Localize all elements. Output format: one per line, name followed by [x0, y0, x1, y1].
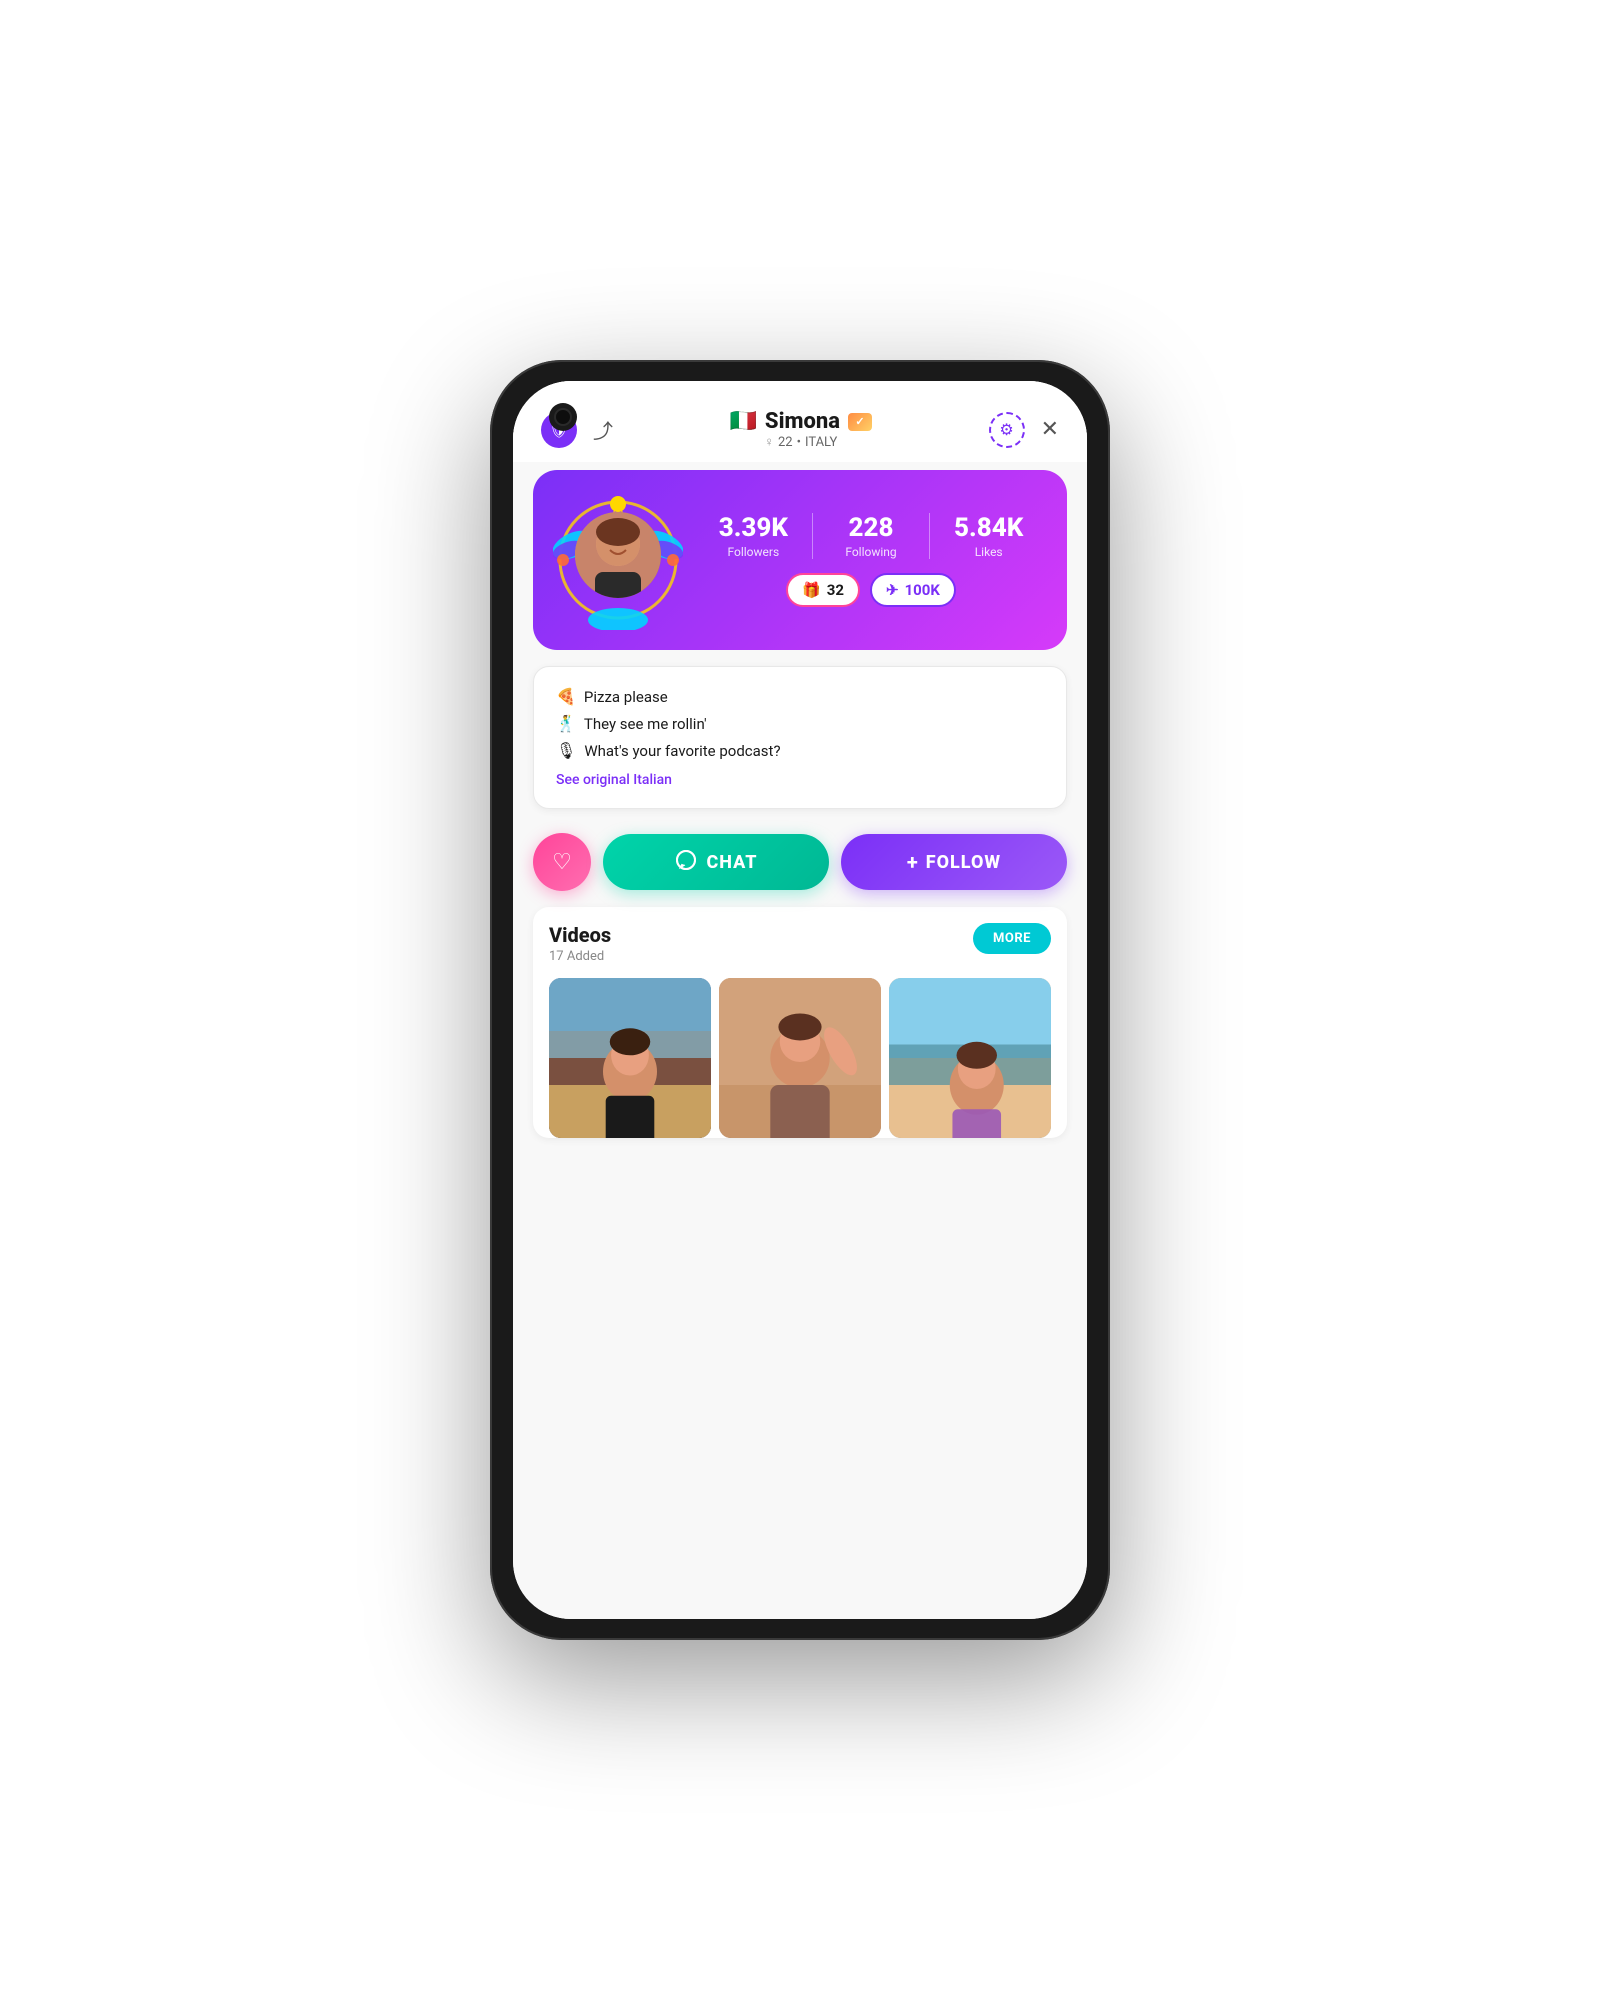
bio-line-1: 🍕 Pizza please [556, 687, 1044, 706]
avatar-container [553, 490, 683, 630]
close-icon: ✕ [1041, 417, 1059, 442]
follow-plus-icon: + [907, 850, 918, 874]
bio-emoji-2: 🕺 [556, 714, 576, 733]
chat-button[interactable]: CHAT [603, 834, 829, 890]
avatar-photo [575, 512, 661, 598]
settings-icon: ⚙ [999, 420, 1013, 439]
settings-button[interactable]: ⚙ [989, 412, 1025, 448]
video-thumbnail-2[interactable] [719, 978, 881, 1138]
coins-count: 100K [905, 581, 940, 599]
gifts-count: 32 [827, 581, 844, 599]
follow-button-label: FOLLOW [926, 852, 1001, 873]
bio-text-1: Pizza please [584, 688, 668, 706]
gifts-badge-button[interactable]: 🎁 32 [786, 573, 860, 607]
gifts-icon: 🎁 [802, 581, 821, 599]
translate-link[interactable]: See original Italian [556, 772, 1044, 788]
bio-emoji-3: 🎙 [556, 741, 576, 760]
following-value: 228 [821, 513, 922, 543]
following-label: Following [821, 545, 922, 559]
videos-section: Videos 17 Added MORE [533, 907, 1067, 1138]
phone-device: 🛡 ⤴ 🇮🇹 Simona ✓ ♀ 22 • [490, 360, 1110, 1640]
front-camera [549, 403, 577, 431]
followers-value: 3.39K [703, 513, 804, 543]
verified-badge: ✓ [848, 413, 872, 431]
bio-line-2: 🕺 They see me rollin' [556, 714, 1044, 733]
bio-line-3: 🎙 What's your favorite podcast? [556, 741, 1044, 760]
stats-right: 3.39K Followers 228 Following 5.84K Like… [695, 513, 1047, 607]
phone-screen: 🛡 ⤴ 🇮🇹 Simona ✓ ♀ 22 • [513, 381, 1087, 1619]
videos-header: Videos 17 Added MORE [549, 923, 1051, 964]
video-thumbnails [549, 978, 1051, 1138]
more-videos-button[interactable]: MORE [973, 923, 1051, 954]
gender-icon: ♀ [764, 434, 774, 450]
share-icon: ⤴ [593, 419, 613, 443]
bio-card: 🍕 Pizza please 🕺 They see me rollin' 🎙 W… [533, 666, 1067, 809]
likes-label: Likes [938, 545, 1039, 559]
header-center: 🇮🇹 Simona ✓ ♀ 22 • ITALY [613, 409, 989, 450]
follow-button[interactable]: + FOLLOW [841, 834, 1067, 890]
video-thumbnail-1[interactable] [549, 978, 711, 1138]
bio-text-3: What's your favorite podcast? [584, 742, 780, 760]
country-text: ITALY [805, 435, 837, 450]
stats-badges: 🎁 32 ✈ 100K [695, 573, 1047, 607]
videos-title: Videos [549, 923, 611, 947]
videos-count: 17 Added [549, 949, 611, 964]
coins-badge-button[interactable]: ✈ 100K [870, 573, 956, 607]
chat-button-label: CHAT [707, 852, 758, 873]
like-button[interactable]: ♡ [533, 833, 591, 891]
followers-stat: 3.39K Followers [695, 513, 813, 559]
share-button[interactable]: ⤴ [593, 415, 613, 444]
age-text: 22 [778, 435, 793, 450]
heart-icon: ♡ [552, 850, 572, 875]
close-button[interactable]: ✕ [1041, 417, 1059, 442]
coins-icon: ✈ [886, 581, 899, 599]
username-row: 🇮🇹 Simona ✓ [613, 409, 989, 434]
following-stat: 228 Following [813, 513, 931, 559]
followers-label: Followers [703, 545, 804, 559]
chat-bubble-icon [675, 849, 697, 876]
bio-emoji-1: 🍕 [556, 687, 576, 706]
user-subtitle: ♀ 22 • ITALY [613, 434, 989, 450]
country-flag: 🇮🇹 [730, 409, 757, 434]
stats-banner: 3.39K Followers 228 Following 5.84K Like… [533, 470, 1067, 650]
video-thumbnail-3[interactable] [889, 978, 1051, 1138]
profile-header: 🛡 ⤴ 🇮🇹 Simona ✓ ♀ 22 • [513, 381, 1087, 462]
screen-content: 🛡 ⤴ 🇮🇹 Simona ✓ ♀ 22 • [513, 381, 1087, 1619]
stats-numbers: 3.39K Followers 228 Following 5.84K Like… [695, 513, 1047, 559]
username-text: Simona [765, 409, 840, 434]
likes-value: 5.84K [938, 513, 1039, 543]
videos-title-block: Videos 17 Added [549, 923, 611, 964]
action-row: ♡ CHAT + FOLLOW [513, 825, 1087, 907]
likes-stat: 5.84K Likes [930, 513, 1047, 559]
bio-text-2: They see me rollin' [584, 715, 707, 733]
header-right-actions: ⚙ ✕ [989, 412, 1059, 448]
